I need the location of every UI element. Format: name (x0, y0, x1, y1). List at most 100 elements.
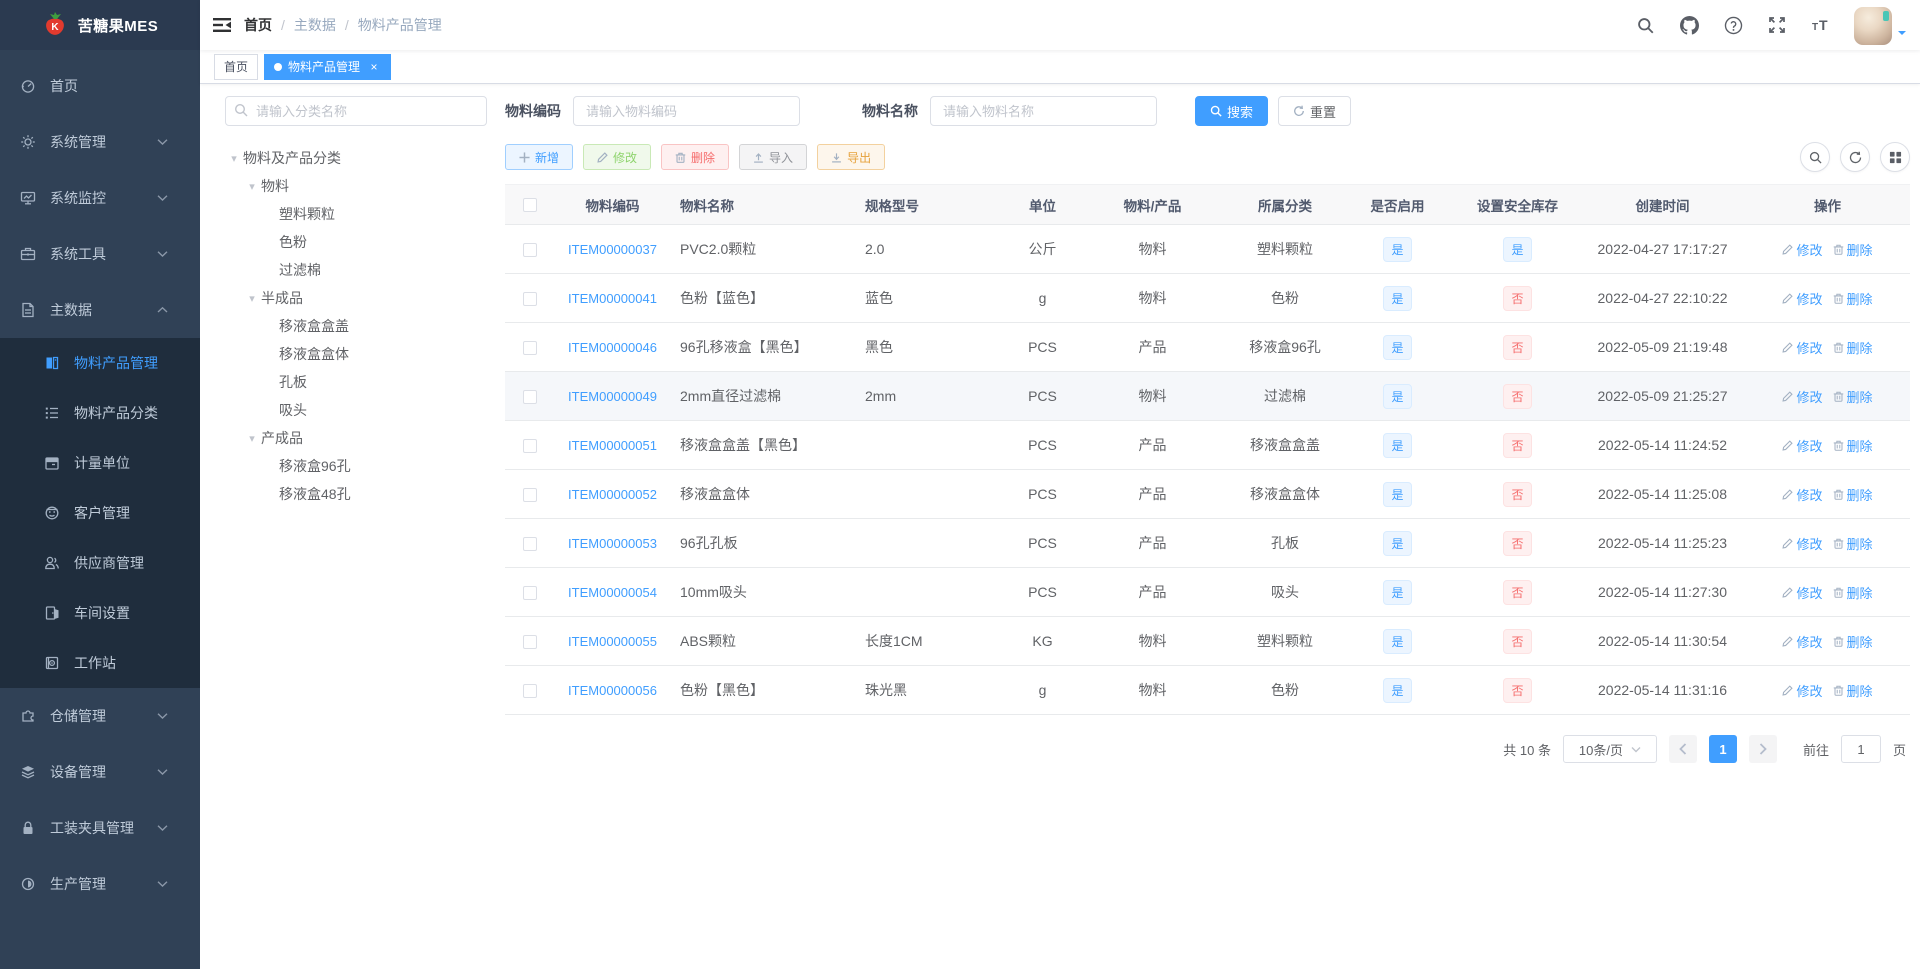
tree-node-0[interactable]: ▾ 物料及产品分类 (225, 144, 487, 172)
row-delete-link[interactable]: 删除 (1833, 632, 1873, 651)
fullscreen-button[interactable] (1760, 0, 1794, 50)
goto-page-input[interactable] (1840, 735, 1881, 763)
sidebar-item-1[interactable]: 系统管理 (0, 114, 200, 170)
caret-down-icon[interactable]: ▾ (243, 292, 261, 305)
avatar[interactable] (1854, 7, 1892, 45)
tree-node-11[interactable]: 移液盒96孔 (225, 452, 487, 480)
select-all-checkbox[interactable] (523, 198, 537, 213)
item-code-link[interactable]: ITEM00000049 (568, 389, 657, 404)
row-edit-link[interactable]: 修改 (1782, 289, 1823, 308)
sidebar-subitem-0[interactable]: 物料产品管理 (0, 338, 200, 388)
row-delete-link[interactable]: 删除 (1833, 583, 1873, 602)
tree-node-5[interactable]: ▾ 半成品 (225, 284, 487, 312)
item-code-link[interactable]: ITEM00000053 (568, 536, 657, 551)
row-delete-link[interactable]: 删除 (1833, 681, 1873, 700)
sidebar-item-5[interactable]: 仓储管理 (0, 688, 200, 744)
import-button[interactable]: 导入 (739, 144, 808, 170)
sidebar-toggle-button[interactable] (200, 0, 244, 50)
tree-node-10[interactable]: ▾ 产成品 (225, 424, 487, 452)
row-delete-link[interactable]: 删除 (1833, 338, 1873, 357)
item-code-link[interactable]: ITEM00000056 (568, 683, 657, 698)
fontsize-button[interactable]: TT (1804, 0, 1838, 50)
row-delete-link[interactable]: 删除 (1833, 436, 1873, 455)
tab-close-icon[interactable]: × (367, 60, 381, 74)
sidebar-item-3[interactable]: 系统工具 (0, 226, 200, 282)
row-edit-link[interactable]: 修改 (1782, 632, 1823, 651)
sidebar-subitem-3[interactable]: 客户管理 (0, 488, 200, 538)
sidebar-subitem-6[interactable]: 工作站 (0, 638, 200, 688)
row-delete-link[interactable]: 删除 (1833, 240, 1873, 259)
item-code-link[interactable]: ITEM00000052 (568, 487, 657, 502)
sidebar-item-7[interactable]: 工装夹具管理 (0, 800, 200, 856)
row-checkbox[interactable] (523, 537, 537, 552)
item-code-link[interactable]: ITEM00000051 (568, 438, 657, 453)
column-settings-button[interactable] (1880, 142, 1910, 172)
reset-button[interactable]: 重置 (1278, 96, 1352, 126)
row-edit-link[interactable]: 修改 (1782, 436, 1823, 455)
row-edit-link[interactable]: 修改 (1782, 240, 1823, 259)
toggle-search-button[interactable] (1800, 142, 1830, 172)
row-delete-link[interactable]: 删除 (1833, 534, 1873, 553)
row-delete-link[interactable]: 删除 (1833, 289, 1873, 308)
row-checkbox[interactable] (523, 439, 537, 454)
row-checkbox[interactable] (523, 586, 537, 601)
refresh-table-button[interactable] (1840, 142, 1870, 172)
user-menu[interactable] (1854, 5, 1906, 45)
row-edit-link[interactable]: 修改 (1782, 583, 1823, 602)
sidebar-subitem-1[interactable]: 物料产品分类 (0, 388, 200, 438)
page-number-1[interactable]: 1 (1708, 735, 1737, 763)
sidebar-item-2[interactable]: 系统监控 (0, 170, 200, 226)
sidebar-subitem-4[interactable]: 供应商管理 (0, 538, 200, 588)
caret-down-icon[interactable]: ▾ (243, 432, 261, 445)
row-edit-link[interactable]: 修改 (1782, 534, 1823, 553)
caret-down-icon[interactable]: ▾ (225, 152, 243, 165)
tree-node-12[interactable]: 移液盒48孔 (225, 480, 487, 508)
tree-search-input[interactable] (225, 96, 487, 126)
row-edit-link[interactable]: 修改 (1782, 338, 1823, 357)
sidebar-subitem-2[interactable]: 计量单位 (0, 438, 200, 488)
edit-button[interactable]: 修改 (583, 144, 652, 170)
row-checkbox[interactable] (523, 488, 537, 503)
sidebar-subitem-5[interactable]: 车间设置 (0, 588, 200, 638)
row-edit-link[interactable]: 修改 (1782, 485, 1823, 504)
row-checkbox[interactable] (523, 390, 537, 405)
tab-1[interactable]: 物料产品管理 × (264, 53, 392, 80)
code-input[interactable] (573, 96, 800, 126)
tree-node-4[interactable]: 过滤棉 (225, 256, 487, 284)
page-size-select[interactable]: 10条/页 (1562, 735, 1657, 763)
item-code-link[interactable]: ITEM00000046 (568, 340, 657, 355)
row-checkbox[interactable] (523, 341, 537, 356)
row-checkbox[interactable] (523, 635, 537, 650)
tree-node-7[interactable]: 移液盒盒体 (225, 340, 487, 368)
github-button[interactable] (1672, 0, 1706, 50)
sidebar-item-6[interactable]: 设备管理 (0, 744, 200, 800)
tree-node-6[interactable]: 移液盒盒盖 (225, 312, 487, 340)
row-delete-link[interactable]: 删除 (1833, 485, 1873, 504)
add-button[interactable]: 新增 (505, 144, 574, 170)
caret-down-icon[interactable]: ▾ (243, 180, 261, 193)
row-checkbox[interactable] (523, 243, 537, 258)
item-code-link[interactable]: ITEM00000054 (568, 585, 657, 600)
tree-node-2[interactable]: 塑料颗粒 (225, 200, 487, 228)
item-code-link[interactable]: ITEM00000037 (568, 242, 657, 257)
sidebar-item-4[interactable]: 主数据 (0, 282, 200, 338)
export-button[interactable]: 导出 (817, 144, 886, 170)
item-code-link[interactable]: ITEM00000055 (568, 634, 657, 649)
row-edit-link[interactable]: 修改 (1782, 681, 1823, 700)
breadcrumb-item-0[interactable]: 首页 (244, 15, 272, 35)
tree-node-1[interactable]: ▾ 物料 (225, 172, 487, 200)
tab-0[interactable]: 首页 (214, 53, 259, 80)
row-checkbox[interactable] (523, 684, 537, 699)
name-input[interactable] (930, 96, 1157, 126)
tree-node-8[interactable]: 孔板 (225, 368, 487, 396)
delete-button[interactable]: 删除 (661, 144, 730, 170)
search-button[interactable] (1628, 0, 1662, 50)
help-button[interactable] (1716, 0, 1750, 50)
row-edit-link[interactable]: 修改 (1782, 387, 1823, 406)
row-checkbox[interactable] (523, 292, 537, 307)
logo[interactable]: K 苦糖果MES (0, 0, 200, 50)
tree-node-3[interactable]: 色粉 (225, 228, 487, 256)
sidebar-item-8[interactable]: 生产管理 (0, 856, 200, 912)
prev-page-button[interactable] (1668, 735, 1697, 763)
item-code-link[interactable]: ITEM00000041 (568, 291, 657, 306)
